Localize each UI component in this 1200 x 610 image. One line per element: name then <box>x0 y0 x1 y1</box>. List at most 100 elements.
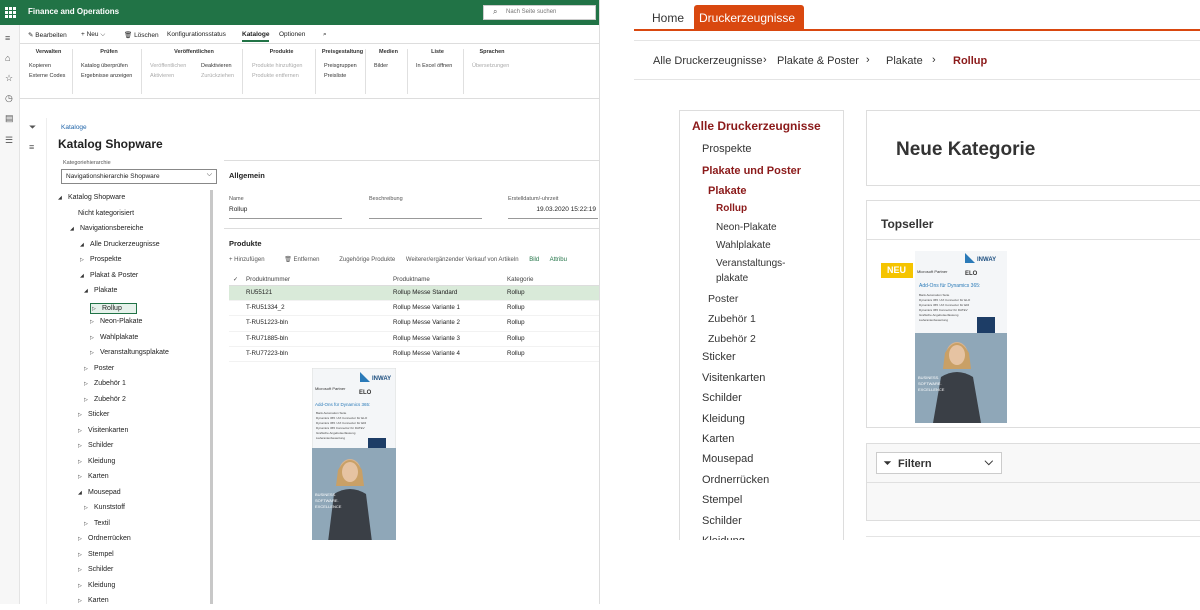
tree-node[interactable]: ▷ Rollup <box>90 302 137 314</box>
images-button[interactable]: Bilder <box>374 63 388 69</box>
translations-button[interactable]: Übersetzungen <box>472 63 509 69</box>
general-title[interactable]: Allgemein <box>229 171 265 180</box>
app-launcher-icon[interactable] <box>5 7 16 18</box>
collapsed-icon[interactable]: ▷ <box>78 567 88 573</box>
filter-icon[interactable]: ⏷ <box>29 122 36 133</box>
add-product-button[interactable]: + Hinzufügen <box>229 257 274 263</box>
related-products-button[interactable]: Zugehörige Produkte <box>339 257 395 263</box>
tree-node[interactable]: ▷ Poster <box>84 365 114 372</box>
breadcrumb[interactable]: Kataloge <box>61 124 87 131</box>
category-link[interactable]: Poster <box>708 293 738 305</box>
collapsed-icon[interactable]: ▷ <box>78 412 88 418</box>
collapsed-icon[interactable]: ▷ <box>78 474 88 480</box>
tree-node[interactable]: ▷ Zubehör 2 <box>84 396 126 403</box>
collapsed-icon[interactable]: ▷ <box>80 257 90 263</box>
price-list-button[interactable]: Preisliste <box>324 73 357 79</box>
add-products-button[interactable]: Produkte hinzufügen <box>252 63 302 69</box>
collapsed-icon[interactable]: ▷ <box>78 459 88 465</box>
tree-node[interactable]: ▷ Schilder <box>78 566 113 573</box>
edit-button[interactable]: ✎ Bearbeiten <box>28 31 67 39</box>
external-codes-button[interactable]: Externe Codes <box>29 73 65 79</box>
category-link[interactable]: Wahlplakate <box>716 240 771 251</box>
deactivate-button[interactable]: Deaktivieren <box>201 63 234 69</box>
tree-node[interactable]: ▷ Kleidung <box>78 582 115 589</box>
collapsed-icon[interactable]: ▷ <box>92 306 102 312</box>
category-link[interactable]: plakate <box>716 273 748 284</box>
tree-node[interactable]: ▷ Karten <box>78 597 109 604</box>
cross-sell-button[interactable]: Weiterer/ergänzender Verkauf von Artikel… <box>406 257 519 263</box>
clock-icon[interactable]: ◷ <box>5 93 13 104</box>
table-row[interactable]: T-RU77223-bln Rollup Messe Variante 4 Roll… <box>229 347 599 362</box>
tree-node[interactable]: ◢ Plakat & Poster <box>80 272 138 279</box>
delete-button[interactable]: 🗑 Löschen <box>124 31 159 39</box>
copy-button[interactable]: Kopieren <box>29 63 65 69</box>
category-link[interactable]: Zubehör 2 <box>708 333 756 345</box>
tree-node[interactable]: ▷ Ordnerrücken <box>78 535 131 542</box>
category-link[interactable]: Rollup <box>716 203 747 214</box>
tree-node[interactable]: ▷ Zubehör 1 <box>84 380 126 387</box>
activate-button[interactable]: Aktivieren <box>150 73 186 79</box>
column-header[interactable]: Produktnummer <box>246 276 290 283</box>
list-icon[interactable]: ☰ <box>5 135 13 146</box>
validate-catalog-button[interactable]: Katalog überprüfen <box>81 63 132 69</box>
hierarchy-select[interactable]: Navigationshierarchie Shopware ⌵ <box>61 169 217 184</box>
collapsed-icon[interactable]: ▷ <box>78 428 88 434</box>
tree-node[interactable]: ◢ Navigationsbereiche <box>70 225 143 232</box>
breadcrumb-item[interactable]: Alle Druckerzeugnisse <box>653 55 762 67</box>
name-field[interactable]: Rollup <box>229 206 342 219</box>
products-title[interactable]: Produkte <box>229 239 262 248</box>
column-header[interactable]: Kategorie <box>507 276 534 283</box>
category-link[interactable]: Zubehör 1 <box>708 313 756 325</box>
list-icon[interactable]: ≡ <box>29 142 34 152</box>
category-link[interactable]: Veranstaltungs- <box>716 258 786 269</box>
category-link[interactable]: Plakate und Poster <box>702 165 801 177</box>
table-row[interactable]: T-RU51334_2 Rollup Messe Variante 1 Rollup <box>229 301 599 317</box>
collapsed-icon[interactable]: ▷ <box>90 350 100 356</box>
tree-node[interactable]: ▷ Neon-Plakate <box>90 318 142 325</box>
category-link[interactable]: Schilder <box>702 392 742 404</box>
retract-button[interactable]: Zurückziehen <box>201 73 234 79</box>
description-field[interactable] <box>369 206 482 219</box>
price-groups-button[interactable]: Preisgruppen <box>324 63 357 69</box>
topseller-product[interactable]: NEU INWAY Microsoft Partner ELO Add-Ons … <box>881 251 1041 423</box>
category-link[interactable]: Karten <box>702 433 734 445</box>
category-link[interactable]: Stempel <box>702 494 742 506</box>
table-row[interactable]: T-RU51223-bln Rollup Messe Variante 2 Roll… <box>229 316 599 332</box>
star-icon[interactable]: ☆ <box>5 73 13 84</box>
home-icon[interactable]: ⌂ <box>5 53 10 63</box>
category-link[interactable]: Neon-Plakate <box>716 222 777 233</box>
collapsed-icon[interactable]: ▷ <box>84 521 94 527</box>
expanded-icon[interactable]: ◢ <box>78 490 88 496</box>
tree-node[interactable]: ▷ Kleidung <box>78 458 115 465</box>
category-link[interactable]: Sticker <box>702 351 736 363</box>
new-button[interactable]: + Neu ⌵ <box>81 31 105 39</box>
breadcrumb-item[interactable]: Plakate <box>886 55 923 67</box>
tree-node[interactable]: ▷ Sticker <box>78 411 109 418</box>
collapsed-icon[interactable]: ▷ <box>84 505 94 511</box>
collapsed-icon[interactable]: ▷ <box>78 598 88 604</box>
open-in-excel-button[interactable]: In Excel öffnen <box>416 63 452 69</box>
tab-kataloge[interactable]: Kataloge <box>242 31 270 42</box>
workspace-icon[interactable]: ▤ <box>5 113 14 124</box>
search-icon[interactable]: ⌕ <box>323 31 327 39</box>
filter-dropdown[interactable]: ⏷ Filtern ⌵ <box>876 452 1002 474</box>
category-link[interactable]: Mousepad <box>702 453 753 465</box>
publish-button[interactable]: Veröffentlichen <box>150 63 186 69</box>
expanded-icon[interactable]: ◢ <box>80 242 90 248</box>
category-link[interactable]: Plakate <box>708 185 747 197</box>
config-status-button[interactable]: Konfigurationsstatus <box>167 31 226 38</box>
collapsed-icon[interactable]: ▷ <box>84 397 94 403</box>
tree-node[interactable]: ◢ Alle Druckerzeugnisse <box>80 241 160 248</box>
table-row[interactable]: T-RU71885-bln Rollup Messe Variante 3 Roll… <box>229 332 599 347</box>
collapsed-icon[interactable]: ▷ <box>84 381 94 387</box>
view-results-button[interactable]: Ergebnisse anzeigen <box>81 73 132 79</box>
tree-node[interactable]: ▷ Karten <box>78 473 109 480</box>
category-link[interactable]: Kleidung <box>702 535 745 540</box>
category-link[interactable]: Kleidung <box>702 413 745 425</box>
tree-node[interactable]: ▷ Kunststoff <box>84 504 125 511</box>
select-all-checkbox[interactable]: ✓ <box>233 276 238 283</box>
category-link[interactable]: Alle Druckerzeugnisse <box>692 119 821 133</box>
collapsed-icon[interactable]: ▷ <box>78 583 88 589</box>
remove-products-button[interactable]: Produkte entfernen <box>252 73 302 79</box>
tree-node[interactable]: ◢ Katalog Shopware <box>58 194 125 201</box>
